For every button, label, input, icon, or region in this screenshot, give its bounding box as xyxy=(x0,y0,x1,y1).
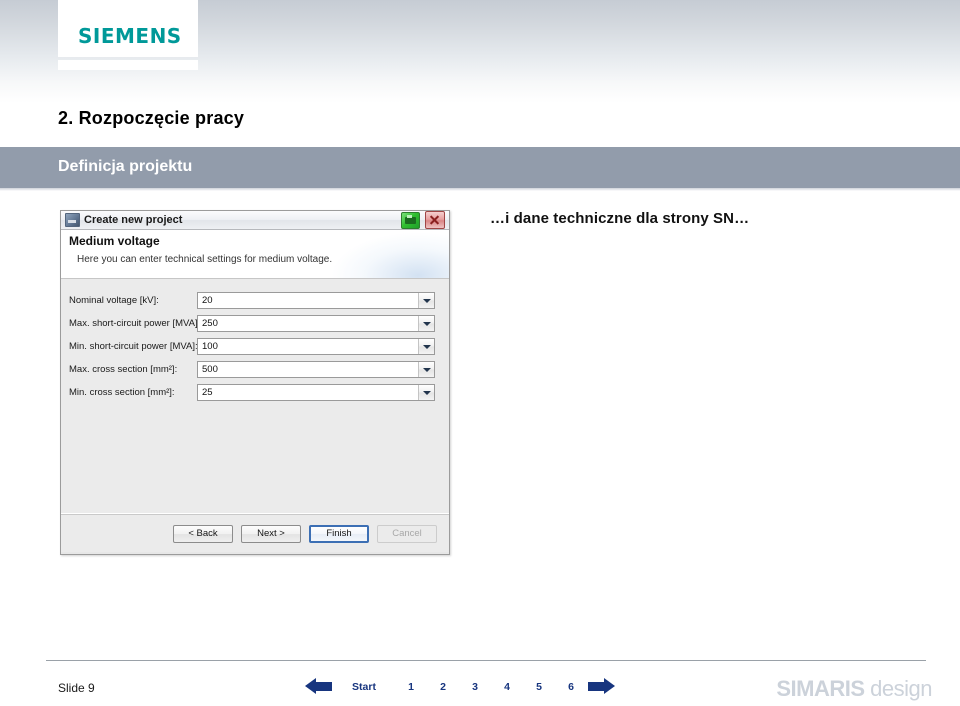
nav-page-1[interactable]: 1 xyxy=(395,681,427,693)
close-icon[interactable] xyxy=(425,211,445,229)
brand-light: design xyxy=(864,676,932,701)
simaris-design-logo: SIMARIS design xyxy=(776,676,932,702)
dialog-footer: < Back Next > Finish Cancel xyxy=(61,514,449,552)
nominal-voltage-value: 20 xyxy=(202,295,213,306)
create-new-project-dialog: Create new project Medium voltage Here y… xyxy=(60,210,450,555)
max-cross-section-value: 500 xyxy=(202,364,218,375)
nav-page-5[interactable]: 5 xyxy=(523,681,555,693)
help-printer-icon[interactable] xyxy=(401,211,420,229)
footer-divider xyxy=(46,660,926,661)
max-short-circuit-power-combobox[interactable]: 250 xyxy=(197,315,435,332)
siemens-logo: SIEMENS xyxy=(78,24,182,48)
form-row: Nominal voltage [kV]: 20 xyxy=(61,291,449,310)
settings-form: Nominal voltage [kV]: 20 Max. short-circ… xyxy=(61,279,449,402)
nav-page-3[interactable]: 3 xyxy=(459,681,491,693)
dialog-header-subtitle: Here you can enter technical settings fo… xyxy=(77,254,333,265)
min-short-circuit-power-value: 100 xyxy=(202,341,218,352)
field-label-nominal-voltage: Nominal voltage [kV]: xyxy=(69,295,159,306)
cancel-button: Cancel xyxy=(377,524,437,543)
next-button[interactable]: Next > xyxy=(241,524,301,543)
nav-page-6[interactable]: 6 xyxy=(555,681,587,693)
brand-bold: SIMARIS xyxy=(776,676,865,701)
min-cross-section-combobox[interactable]: 25 xyxy=(197,384,435,401)
dialog-body: Nominal voltage [kV]: 20 Max. short-circ… xyxy=(61,279,449,514)
slide-navigation: Start 1 2 3 4 5 6 xyxy=(305,678,615,695)
project-icon xyxy=(65,213,80,227)
slide-number: Slide 9 xyxy=(58,681,95,695)
dialog-title: Create new project xyxy=(84,214,183,226)
min-cross-section-value: 25 xyxy=(202,387,213,398)
dialog-titlebar: Create new project xyxy=(61,211,449,230)
logo-panel-accent xyxy=(58,60,198,70)
arrow-left-icon[interactable] xyxy=(305,678,333,695)
form-row: Max. short-circuit power [MVA]: 250 xyxy=(61,314,449,333)
chevron-down-icon[interactable] xyxy=(418,385,434,400)
nav-start-link[interactable]: Start xyxy=(333,681,395,693)
chevron-down-icon[interactable] xyxy=(418,362,434,377)
min-short-circuit-power-combobox[interactable]: 100 xyxy=(197,338,435,355)
page-subtitle: Definicja projektu xyxy=(58,158,193,175)
form-row: Min. short-circuit power [MVA]: 100 xyxy=(61,337,449,356)
dialog-header-band: Medium voltage Here you can enter techni… xyxy=(61,230,449,279)
nominal-voltage-combobox[interactable]: 20 xyxy=(197,292,435,309)
field-label-min-cross-section: Min. cross section [mm²]: xyxy=(69,387,175,398)
field-label-max-cross-section: Max. cross section [mm²]: xyxy=(69,364,178,375)
back-button[interactable]: < Back xyxy=(173,524,233,543)
form-row: Min. cross section [mm²]: 25 xyxy=(61,383,449,402)
chevron-down-icon[interactable] xyxy=(418,316,434,331)
nav-page-4[interactable]: 4 xyxy=(491,681,523,693)
field-label-min-short-circuit-power: Min. short-circuit power [MVA]: xyxy=(69,341,198,352)
max-cross-section-combobox[interactable]: 500 xyxy=(197,361,435,378)
arrow-right-icon[interactable] xyxy=(587,678,615,695)
slide-header: SIEMENS xyxy=(0,0,960,103)
nav-page-2[interactable]: 2 xyxy=(427,681,459,693)
chevron-down-icon[interactable] xyxy=(418,339,434,354)
slide-caption: …i dane techniczne dla strony SN… xyxy=(490,210,750,227)
form-row: Max. cross section [mm²]: 500 xyxy=(61,360,449,379)
chevron-down-icon[interactable] xyxy=(418,293,434,308)
dialog-header-title: Medium voltage xyxy=(69,234,160,248)
finish-button[interactable]: Finish xyxy=(309,524,369,543)
page-title: 2. Rozpoczęcie pracy xyxy=(58,108,245,128)
subtitle-bar-shadow xyxy=(0,188,960,191)
field-label-max-short-circuit-power: Max. short-circuit power [MVA]: xyxy=(69,318,201,329)
max-short-circuit-power-value: 250 xyxy=(202,318,218,329)
